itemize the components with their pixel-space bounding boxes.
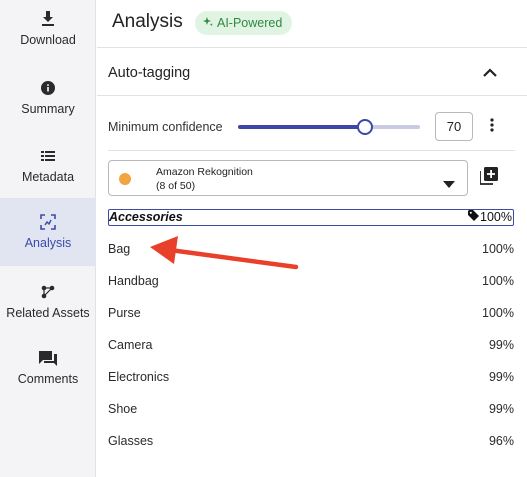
chevron-up-icon[interactable] — [483, 64, 503, 82]
tag-row[interactable]: Electronics 99% — [108, 368, 514, 388]
sidebar: Download Summary Metadata Analysis Relat… — [0, 0, 96, 477]
tag-row[interactable]: Purse 100% — [108, 304, 514, 324]
tag-icon — [468, 210, 480, 224]
provider-status-dot — [119, 173, 131, 185]
confidence-slider[interactable] — [238, 118, 420, 136]
analysis-icon — [39, 213, 57, 231]
tag-confidence: 100% — [482, 274, 514, 288]
list-icon — [39, 147, 57, 165]
tag-row[interactable]: Accessories 100% — [108, 209, 514, 226]
sidebar-item-label: Summary — [21, 102, 75, 116]
tag-name: Shoe — [108, 402, 138, 416]
tag-confidence: 100% — [480, 210, 512, 224]
tag-name: Purse — [108, 306, 141, 320]
tag-name: Glasses — [108, 434, 154, 448]
divider — [108, 150, 515, 151]
page-title: Analysis — [112, 11, 183, 32]
tag-row[interactable]: Shoe 99% — [108, 400, 514, 420]
sidebar-item-label: Download — [20, 33, 76, 47]
sidebar-item-download[interactable]: Download — [0, 0, 96, 64]
tag-name: Camera — [108, 338, 153, 352]
tag-name: Electronics — [108, 370, 170, 384]
slider-thumb[interactable] — [357, 119, 373, 135]
add-box-icon[interactable] — [479, 167, 500, 187]
tag-confidence: 99% — [488, 402, 514, 416]
slider-fill — [238, 125, 365, 129]
min-confidence-label: Minimum confidence — [108, 120, 223, 134]
sidebar-item-related-assets[interactable]: Related Assets — [0, 276, 96, 336]
tag-name: Accessories — [109, 210, 183, 224]
sidebar-item-label: Related Assets — [6, 306, 90, 320]
caret-down-icon — [443, 175, 455, 188]
tag-confidence: 100% — [482, 242, 514, 256]
tag-name: Bag — [108, 242, 131, 256]
sidebar-item-summary[interactable]: Summary — [0, 70, 96, 130]
panel-header: Analysis AI-Powered — [97, 0, 527, 48]
info-icon — [39, 79, 57, 97]
tag-row[interactable]: Handbag 100% — [108, 272, 514, 292]
sidebar-item-metadata[interactable]: Metadata — [0, 138, 96, 198]
section-title: Auto-tagging — [108, 65, 191, 81]
auto-tagging-header[interactable]: Auto-tagging — [97, 50, 527, 96]
badge-label: AI-Powered — [217, 16, 283, 30]
sidebar-item-label: Analysis — [24, 236, 72, 250]
download-icon — [39, 10, 57, 28]
sidebar-item-label: Metadata — [21, 170, 75, 184]
tag-row[interactable]: Glasses 96% — [108, 432, 514, 452]
provider-name: Amazon Rekognition — [156, 166, 253, 178]
tag-confidence-group: 100% — [468, 210, 512, 224]
sparkle-icon — [203, 16, 213, 30]
tag-name: Handbag — [108, 274, 159, 288]
confidence-input[interactable]: 70 — [435, 112, 473, 141]
ai-powered-badge: AI-Powered — [195, 11, 293, 35]
tag-row[interactable]: Camera 99% — [108, 336, 514, 356]
tag-row[interactable]: Bag 100% — [108, 240, 514, 260]
sidebar-item-comments[interactable]: Comments — [0, 344, 96, 404]
tag-confidence: 99% — [488, 338, 514, 352]
tag-confidence: 99% — [488, 370, 514, 384]
analysis-panel: Analysis AI-Powered Auto-tagging Minimum… — [97, 0, 527, 477]
tag-confidence: 100% — [482, 306, 514, 320]
more-options-icon[interactable] — [490, 118, 500, 136]
sidebar-item-analysis[interactable]: Analysis — [0, 198, 96, 266]
related-assets-icon — [39, 283, 57, 301]
comments-icon — [39, 349, 57, 367]
provider-tag-count: (8 of 50) — [156, 180, 196, 192]
sidebar-item-label: Comments — [17, 372, 79, 386]
tag-confidence: 96% — [488, 434, 514, 448]
provider-select[interactable]: Amazon Rekognition (8 of 50) — [108, 160, 468, 196]
